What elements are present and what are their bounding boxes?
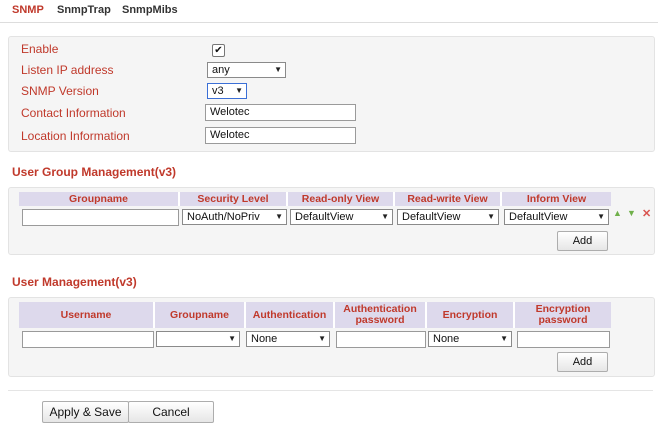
encryption-value: None	[433, 333, 460, 345]
contact-label: Contact Information	[21, 106, 126, 120]
arrow-down-icon[interactable]: ▼	[627, 208, 636, 218]
col-security-level: Security Level	[179, 192, 288, 206]
user-group-header: Groupname Security Level Read-only View …	[19, 192, 611, 206]
col-authentication: Authentication	[245, 302, 335, 328]
footer-divider	[8, 390, 653, 391]
arrow-up-icon[interactable]: ▲	[613, 208, 622, 218]
enable-label: Enable	[21, 42, 59, 56]
user-group-add-button[interactable]: Add	[557, 231, 608, 251]
snmp-version-select[interactable]: v3 ▼	[207, 83, 247, 99]
read-only-view-select[interactable]: DefaultView ▼	[290, 209, 393, 225]
location-label: Location Information	[21, 129, 130, 143]
read-write-view-value: DefaultView	[402, 211, 461, 223]
auth-password-input[interactable]	[336, 331, 426, 348]
chevron-down-icon: ▼	[487, 212, 495, 221]
listen-ip-label: Listen IP address	[21, 63, 114, 77]
enable-checkbox[interactable]: ✔	[212, 44, 225, 57]
read-write-view-select[interactable]: DefaultView ▼	[397, 209, 499, 225]
chevron-down-icon: ▼	[274, 65, 282, 74]
listen-ip-select[interactable]: any ▼	[207, 62, 286, 78]
location-input[interactable]: Welotec	[205, 127, 356, 144]
chevron-down-icon: ▼	[235, 86, 243, 95]
chevron-down-icon: ▼	[318, 334, 326, 343]
user-groupname-select[interactable]: ▼	[156, 331, 240, 347]
read-only-view-value: DefaultView	[295, 211, 354, 223]
security-level-select[interactable]: NoAuth/NoPriv ▼	[182, 209, 287, 225]
security-level-value: NoAuth/NoPriv	[187, 211, 260, 223]
chevron-down-icon: ▼	[275, 212, 283, 221]
chevron-down-icon: ▼	[500, 334, 508, 343]
check-icon: ✔	[214, 45, 223, 56]
contact-input[interactable]: Welotec	[205, 104, 356, 121]
col-username: Username	[19, 302, 155, 328]
username-input[interactable]	[22, 331, 154, 348]
snmp-version-label: SNMP Version	[21, 84, 99, 98]
col-encryption: Encryption	[426, 302, 515, 328]
chevron-down-icon: ▼	[597, 212, 605, 221]
col-inform-view: Inform View	[501, 192, 611, 206]
snmp-version-value: v3	[212, 85, 224, 97]
inform-view-select[interactable]: DefaultView ▼	[504, 209, 609, 225]
listen-ip-value: any	[212, 64, 230, 76]
delete-icon[interactable]: ✕	[642, 207, 651, 220]
inform-view-value: DefaultView	[509, 211, 568, 223]
col-read-write-view: Read-write View	[394, 192, 502, 206]
tab-snmp[interactable]: SNMP	[12, 4, 44, 16]
col-read-only-view: Read-only View	[287, 192, 395, 206]
col-encryption-password: Encryption password	[514, 302, 611, 328]
snmp-config-panel: Enable ✔ Listen IP address any ▼ SNMP Ve…	[8, 36, 655, 152]
col-authentication-password: Authentication password	[334, 302, 427, 328]
chevron-down-icon: ▼	[228, 334, 236, 343]
groupname-input[interactable]	[22, 209, 179, 226]
authentication-select[interactable]: None ▼	[246, 331, 330, 347]
tab-snmptrap[interactable]: SnmpTrap	[57, 4, 111, 16]
user-mgmt-add-button[interactable]: Add	[557, 352, 608, 372]
apply-save-button[interactable]: Apply & Save	[42, 401, 129, 423]
enc-password-input[interactable]	[517, 331, 610, 348]
user-group-title: User Group Management(v3)	[12, 165, 177, 179]
col-groupname: Groupname	[154, 302, 246, 328]
col-groupname: Groupname	[19, 192, 180, 206]
authentication-value: None	[251, 333, 278, 345]
encryption-select[interactable]: None ▼	[428, 331, 512, 347]
tab-bar: SNMP SnmpTrap SnmpMibs	[0, 0, 658, 23]
user-mgmt-header: Username Groupname Authentication Authen…	[19, 302, 611, 328]
chevron-down-icon: ▼	[381, 212, 389, 221]
tab-snmpmibs[interactable]: SnmpMibs	[122, 4, 178, 16]
user-mgmt-title: User Management(v3)	[12, 275, 137, 289]
cancel-button[interactable]: Cancel	[128, 401, 214, 423]
